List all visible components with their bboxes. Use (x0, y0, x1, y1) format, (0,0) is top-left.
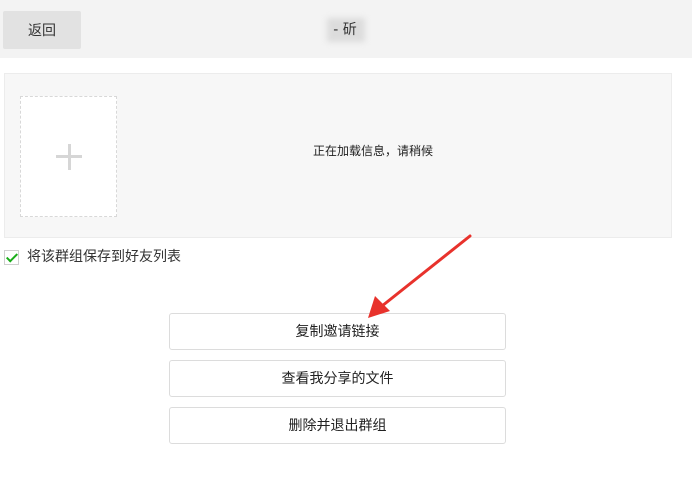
checkmark-icon (5, 249, 19, 263)
page-title: - 斫 (333, 22, 357, 38)
view-shared-files-button[interactable]: 查看我分享的文件 (169, 360, 506, 397)
save-to-friend-list-option[interactable]: 将该群组保存到好友列表 (4, 247, 181, 267)
group-avatar-upload[interactable] (20, 96, 117, 217)
arrow-shaft (380, 234, 472, 308)
top-bar: 返回 - 斫 (0, 0, 692, 58)
loading-message: 正在加载信息，请稍候 (313, 144, 434, 158)
plus-icon (21, 97, 116, 216)
copy-invite-link-button[interactable]: 复制邀请链接 (169, 313, 506, 350)
group-info-panel: 正在加载信息，请稍候 (4, 73, 672, 238)
save-to-friend-list-label[interactable]: 将该群组保存到好友列表 (27, 247, 181, 267)
save-to-friend-list-checkbox[interactable] (4, 249, 19, 265)
delete-and-leave-group-button[interactable]: 删除并退出群组 (169, 407, 506, 444)
back-button[interactable]: 返回 (3, 11, 81, 49)
